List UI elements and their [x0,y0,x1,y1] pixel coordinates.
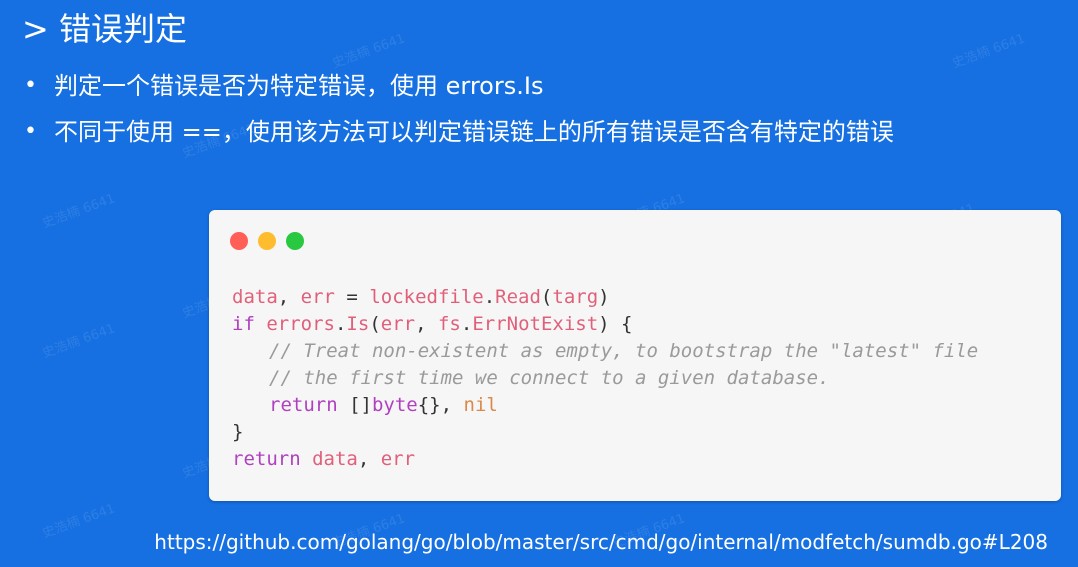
code-token: data [312,448,358,470]
bullet-text: 不同于使用 ==，使用该方法可以判定错误链上的所有错误是否含有特定的错误 [54,118,894,146]
code-token: ) { [598,313,633,335]
code-line: if errors.Is(err, fs.ErrNotExist) { [232,311,978,338]
code-token: ErrNotExist [472,313,599,335]
code-token: [] [349,394,372,416]
code-token: return [269,394,350,416]
code-block: data, err = lockedfile.Read(targ) if erro… [232,284,978,473]
code-token: data [232,286,278,308]
source-link[interactable]: https://github.com/golang/go/blob/master… [154,528,1048,556]
slide-title: > 错误判定 [22,10,187,48]
code-token: , [277,286,301,308]
watermark-text: 史浩楠 6641 [40,501,118,542]
close-dot-icon [230,232,248,250]
watermark-text: 史浩楠 6641 [40,321,118,362]
code-token: targ [552,286,599,308]
code-line: // the first time we connect to a given … [232,365,978,392]
code-token: Is [346,313,370,335]
code-token: . [483,286,496,308]
bullet-list: • 判定一个错误是否为特定错误，使用 errors.Is • 不同于使用 ==，… [22,68,894,160]
code-token: byte [371,394,418,416]
bullet-text: 判定一个错误是否为特定错误，使用 errors.Is [54,72,544,100]
bullet-marker: • [24,73,37,98]
code-token: lockedfile [369,286,484,308]
code-token: nil [463,394,498,416]
code-token: errors [266,313,335,335]
code-token: Read [495,286,541,308]
code-comment: // the first time we connect to a given … [269,367,830,389]
code-comment: // Treat non-existent as empty, to boots… [269,340,979,362]
code-token: err [380,313,416,335]
watermark-text: 史浩楠 6641 [330,31,408,72]
code-token: = [334,286,370,308]
code-token: ( [540,286,553,308]
bullet-item: • 判定一个错误是否为特定错误，使用 errors.Is [22,68,894,104]
code-token: err [300,286,335,308]
code-token: ) [598,286,610,308]
code-line: return data, err [232,446,978,473]
minimize-dot-icon [258,232,276,250]
watermark-text: 史浩楠 6641 [950,31,1028,72]
code-line: } [232,419,978,446]
code-token: ( [369,313,381,335]
code-line: data, err = lockedfile.Read(targ) [232,284,978,311]
maximize-dot-icon [286,232,304,250]
code-token: } [232,421,244,443]
code-token: , [415,313,438,335]
code-line: return []byte{}, nil [232,392,978,419]
code-line: // Treat non-existent as empty, to boots… [232,338,978,365]
code-token: . [334,313,347,335]
code-token: , [357,448,381,470]
code-token: err [380,448,416,470]
bullet-item: • 不同于使用 ==，使用该方法可以判定错误链上的所有错误是否含有特定的错误 [22,114,894,150]
code-token: return [232,448,313,470]
watermark-text: 史浩楠 6641 [40,191,118,232]
code-token: fs [437,313,461,335]
code-window: data, err = lockedfile.Read(targ) if erro… [209,210,1061,501]
code-token: if [232,313,267,335]
bullet-marker: • [24,119,37,144]
code-token: {}, [417,394,464,416]
code-token: . [460,313,473,335]
